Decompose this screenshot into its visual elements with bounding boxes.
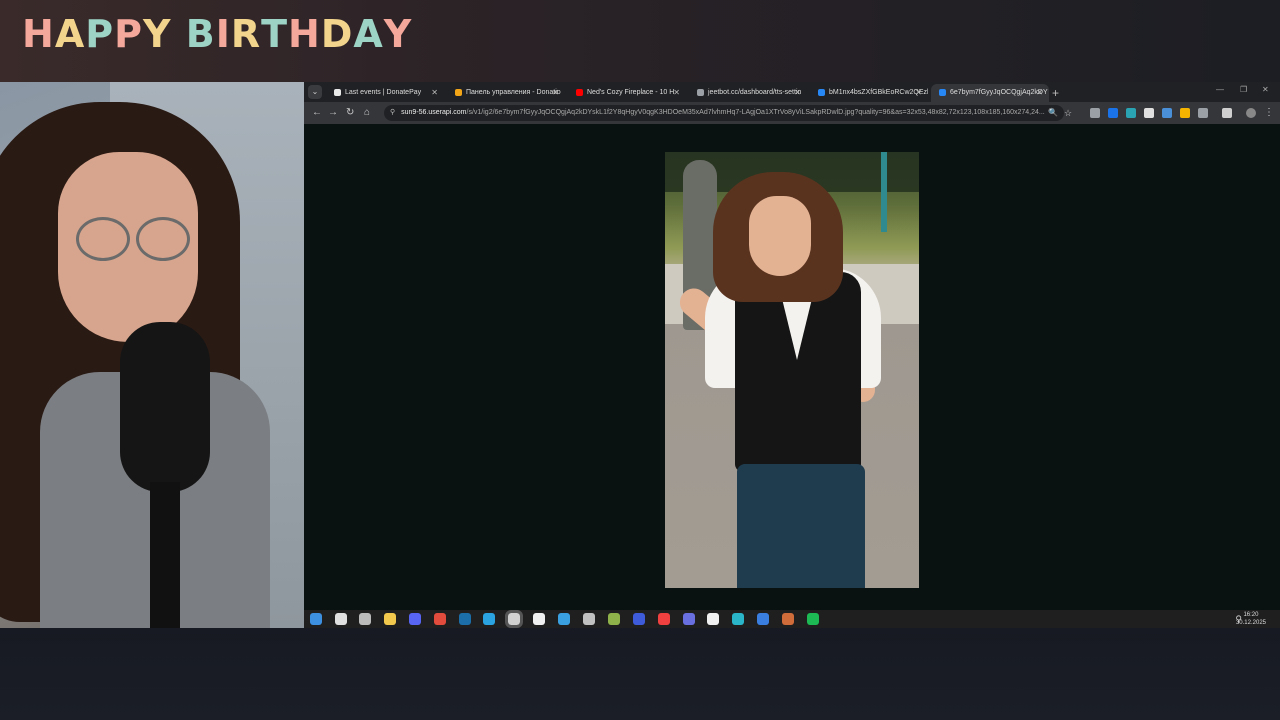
browser-tab[interactable]: Панель управления - Donatio ✕: [447, 84, 565, 102]
close-window-icon[interactable]: ✕: [1262, 85, 1269, 94]
app3-icon[interactable]: [782, 613, 794, 625]
system-clock[interactable]: 16:20 30.12.2025: [1236, 611, 1266, 627]
app-icon[interactable]: [583, 613, 595, 625]
tab-title: Панель управления - Donatio: [466, 89, 561, 96]
c-app-icon[interactable]: [732, 613, 744, 625]
tab-title: bM1nx4bsZXfGBkEoRCw2QEzl: [829, 89, 928, 96]
tab-favicon-icon: [818, 88, 825, 96]
extension-icon[interactable]: [1090, 108, 1100, 118]
browser-tab[interactable]: Last events | DonatePay ✕: [326, 84, 444, 102]
extension-icon[interactable]: [1180, 108, 1190, 118]
tab-close-icon[interactable]: ✕: [431, 84, 438, 102]
minimize-icon[interactable]: —: [1216, 85, 1224, 94]
spotify-icon[interactable]: [807, 613, 819, 625]
extension-icon[interactable]: [1162, 108, 1172, 118]
zoom-icon[interactable]: 🔍: [1048, 107, 1058, 119]
site-info-icon[interactable]: ⚲: [390, 105, 395, 121]
bookmark-star-icon[interactable]: ☆: [1064, 107, 1072, 119]
new-tab-button[interactable]: +: [1052, 84, 1059, 102]
tab-title: Last events | DonatePay: [345, 89, 422, 96]
url-path: /s/v1/ig2/6e7bym7fGyyJqOCQgjAq2kDYskL1f2…: [466, 109, 1045, 116]
browser-tab[interactable]: 6e7bym7fGyyJqOCQgjAq2kDY ✕: [931, 84, 1049, 102]
tab-title: Ned's Cozy Fireplace - 10 H: [587, 89, 675, 96]
tab-bar: ⌄ Last events | DonatePay ✕ Панель управле…: [304, 82, 1280, 102]
reload-icon[interactable]: ↻: [346, 107, 354, 119]
webcam-feed: [0, 82, 304, 628]
search-icon[interactable]: [335, 613, 347, 625]
forward-icon[interactable]: →: [328, 107, 338, 119]
microphone: [120, 322, 210, 492]
chart-app-icon[interactable]: [757, 613, 769, 625]
page-content: [304, 124, 1280, 610]
browser-tab[interactable]: bM1nx4bsZXfGBkEoRCw2QEzl ✕: [810, 84, 928, 102]
browser-tab[interactable]: Ned's Cozy Fireplace - 10 H ✕: [568, 84, 686, 102]
url-input[interactable]: ⚲ sun9-56.userapi.com/s/v1/ig2/6e7bym7fGy…: [384, 105, 1064, 121]
tab-favicon-icon: [576, 88, 583, 96]
address-bar-row: ← → ↻ ⌂ ⚲ sun9-56.userapi.com/s/v1/ig2/6e…: [304, 102, 1280, 124]
discord-icon[interactable]: [409, 613, 421, 625]
steam-icon[interactable]: [459, 613, 471, 625]
tab-favicon-icon: [455, 88, 462, 96]
extension-icon[interactable]: [1126, 108, 1136, 118]
back-icon[interactable]: ←: [312, 107, 322, 119]
tab-search-button[interactable]: ⌄: [308, 85, 322, 99]
tab-favicon-icon: [697, 88, 704, 96]
clock-time: 16:20: [1243, 612, 1259, 618]
app2-icon[interactable]: [683, 613, 695, 625]
chrome-alt-icon[interactable]: [608, 613, 620, 625]
tab-close-icon[interactable]: ✕: [552, 84, 559, 102]
tab-close-icon[interactable]: ✕: [915, 84, 922, 102]
webcam-glasses: [70, 217, 196, 261]
extension-icon[interactable]: [1222, 108, 1232, 118]
task-view-icon[interactable]: [359, 613, 371, 625]
tab-close-icon[interactable]: ✕: [673, 84, 680, 102]
chrome-icon[interactable]: [434, 613, 446, 625]
photo-face: [749, 196, 811, 276]
tab-close-icon[interactable]: ✕: [1036, 84, 1043, 102]
tab-title: 6e7bym7fGyyJqOCQgjAq2kDY: [950, 89, 1048, 96]
home-icon[interactable]: ⌂: [364, 107, 370, 119]
stream-overlay-bottom: [0, 628, 1280, 720]
displayed-photo[interactable]: [665, 152, 919, 588]
obs-icon[interactable]: [505, 610, 523, 628]
photo-pole: [881, 152, 887, 232]
windows-start-icon[interactable]: [310, 613, 322, 625]
happy-birthday-banner: HAPPY BIRTHDAY: [22, 12, 413, 56]
photo-jeans: [737, 464, 865, 588]
tab-favicon-icon: [939, 88, 946, 96]
clock-date: 30.12.2025: [1235, 620, 1266, 626]
stream-overlay-top: HAPPY BIRTHDAY: [0, 0, 1280, 82]
extension-icon[interactable]: [1144, 108, 1154, 118]
extensions-puzzle-icon[interactable]: [1198, 108, 1208, 118]
microphone-arm: [150, 482, 180, 628]
telegram-icon[interactable]: [483, 613, 495, 625]
extension-icon[interactable]: [1108, 108, 1118, 118]
notepad-icon[interactable]: [533, 613, 545, 625]
tab-favicon-icon: [334, 88, 341, 96]
tab-title: jeetbot.cc/dashboard/tts-settin: [708, 89, 802, 96]
yandex-icon[interactable]: [658, 613, 670, 625]
windows-taskbar: ⚲ 16:20 30.12.2025: [304, 610, 1280, 628]
tab-close-icon[interactable]: ✕: [794, 84, 801, 102]
file-explorer-icon[interactable]: [384, 613, 396, 625]
chrome-menu-icon[interactable]: ⋮: [1264, 107, 1274, 119]
browser-tab[interactable]: jeetbot.cc/dashboard/tts-settin ✕: [689, 84, 807, 102]
restore-icon[interactable]: ❐: [1240, 85, 1247, 94]
t-app-icon[interactable]: [633, 613, 645, 625]
url-host: sun9-56.userapi.com: [401, 109, 467, 116]
document-icon[interactable]: [707, 613, 719, 625]
profile-avatar[interactable]: [1246, 108, 1256, 118]
browser-window: ⌄ Last events | DonatePay ✕ Панель управле…: [304, 82, 1280, 610]
lc-icon[interactable]: [558, 613, 570, 625]
